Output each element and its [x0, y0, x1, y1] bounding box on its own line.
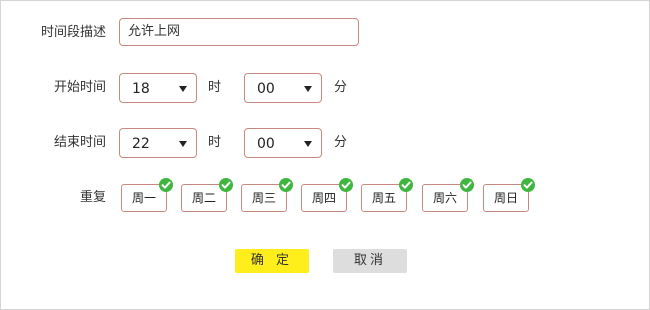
cancel-button[interactable]: 取消: [333, 249, 407, 273]
day-toggle-mon[interactable]: 周一: [121, 178, 173, 212]
end-minute-unit: 分: [334, 135, 348, 150]
day-label: 周三: [251, 191, 276, 205]
checkmark-icon: [460, 178, 474, 192]
day-label: 周日: [493, 191, 518, 205]
day-label: 周一: [131, 191, 156, 205]
end-minute-value: 00: [257, 136, 275, 152]
day-toggle-sun[interactable]: 周日: [483, 178, 535, 212]
start-hour-select[interactable]: 18: [119, 73, 197, 103]
end-hour-value: 22: [132, 136, 150, 152]
checkmark-icon: [159, 178, 173, 192]
dropdown-arrow-icon: [179, 86, 187, 92]
description-label: 时间段描述: [40, 25, 106, 40]
confirm-button[interactable]: 确 定: [235, 249, 309, 273]
dropdown-arrow-icon: [304, 141, 312, 147]
day-label: 周六: [432, 191, 457, 205]
start-minute-select[interactable]: 00: [244, 73, 322, 103]
start-hour-value: 18: [132, 81, 150, 97]
day-toggle-wed[interactable]: 周三: [241, 178, 293, 212]
day-label: 周二: [191, 191, 216, 205]
end-hour-select[interactable]: 22: [119, 128, 197, 158]
checkmark-icon: [521, 178, 535, 192]
checkmark-icon: [279, 178, 293, 192]
day-label: 周四: [311, 191, 336, 205]
start-minute-value: 00: [257, 81, 275, 97]
repeat-label: 重复: [79, 190, 106, 205]
checkmark-icon: [339, 178, 353, 192]
end-minute-select[interactable]: 00: [244, 128, 322, 158]
end-time-label: 结束时间: [53, 135, 106, 150]
checkmark-icon: [399, 178, 413, 192]
start-hour-unit: 时: [208, 80, 222, 95]
end-hour-unit: 时: [208, 135, 222, 150]
start-time-label: 开始时间: [53, 80, 106, 95]
description-input[interactable]: [119, 18, 359, 46]
time-period-form: 时间段描述 开始时间 18 时 00 分 结束时间 22 时 00 分 重复 周…: [0, 0, 650, 310]
day-toggle-fri[interactable]: 周五: [361, 178, 413, 212]
day-toggle-thu[interactable]: 周四: [301, 178, 353, 212]
day-toggle-tue[interactable]: 周二: [181, 178, 233, 212]
dropdown-arrow-icon: [179, 141, 187, 147]
day-label: 周五: [371, 191, 396, 205]
dropdown-arrow-icon: [304, 86, 312, 92]
checkmark-icon: [219, 178, 233, 192]
day-toggle-sat[interactable]: 周六: [422, 178, 474, 212]
start-minute-unit: 分: [334, 80, 348, 95]
